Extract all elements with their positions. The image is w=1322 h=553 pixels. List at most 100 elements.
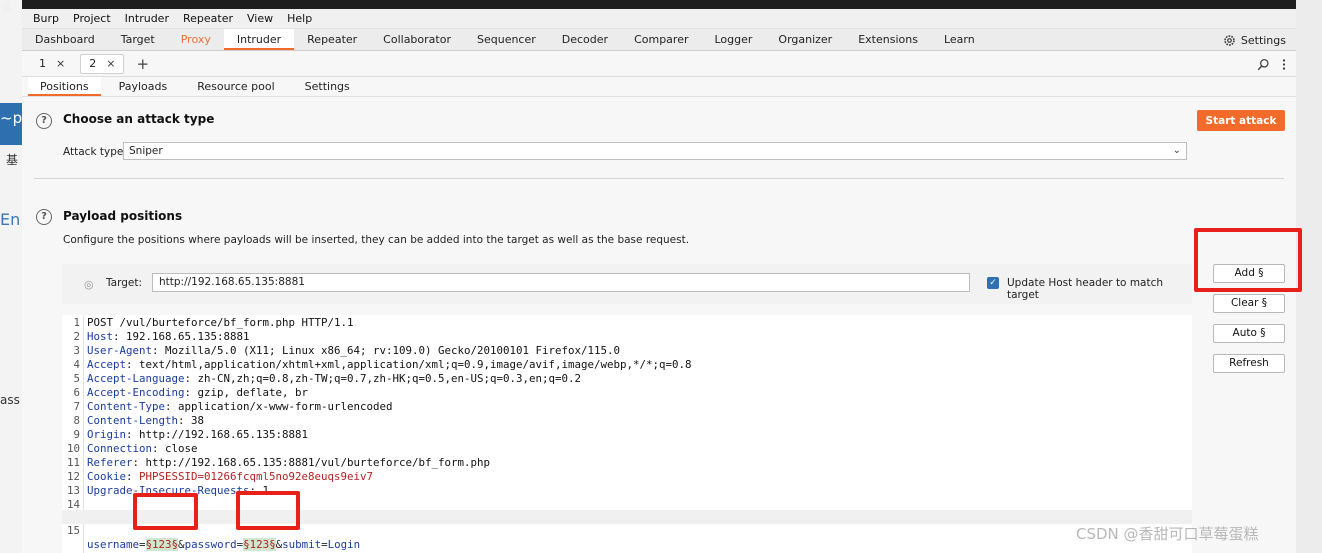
tab-logger[interactable]: Logger (701, 29, 765, 50)
header-value: zh-CN,zh;q=0.8,zh-TW;q=0.7,zh-HK;q=0.5,e… (197, 372, 582, 385)
request-body: username=§123§&password=§123§&submit=Log… (87, 538, 360, 552)
close-icon[interactable]: × (106, 57, 115, 70)
tab-repeater[interactable]: Repeater (294, 29, 370, 50)
payload-positions-title: Payload positions (63, 209, 183, 223)
line-number: 9 (73, 428, 80, 441)
request-line[interactable]: 10 Connection: close (62, 442, 1192, 456)
request-line[interactable]: 8 Content-Length: 38 (62, 414, 1192, 428)
line-number: 2 (73, 330, 80, 343)
attack-type-select[interactable]: Sniper ⌄ (123, 142, 1187, 160)
more-options-icon[interactable] (1282, 58, 1286, 71)
request-line[interactable]: 13 Upgrade-Insecure-Requests: 1 (62, 484, 1192, 498)
menu-intruder[interactable]: Intruder (118, 9, 176, 29)
instance-tab-label: 2 (89, 57, 97, 70)
auto-marker-button[interactable]: Auto § (1213, 324, 1285, 343)
header-name: Host (87, 330, 114, 343)
update-host-checkbox[interactable]: ✓ (987, 277, 999, 289)
instance-tab-label: 1 (39, 57, 46, 70)
search-icon[interactable] (1257, 58, 1270, 71)
tab-target[interactable]: Target (108, 29, 168, 50)
subtab-tools (1257, 51, 1286, 77)
request-body-line[interactable]: 15 username=§123§&password=§123§&submit=… (62, 510, 1192, 551)
param-key: username (87, 538, 140, 551)
desktop-fragment: 基 (6, 153, 19, 167)
request-line-text: Connection: close (87, 442, 198, 455)
tab-proxy[interactable]: Proxy (168, 29, 224, 50)
tab-resource-pool[interactable]: Resource pool (185, 77, 286, 96)
line-number: 12 (66, 470, 80, 483)
header-value: http://192.168.65.135:8881 (139, 428, 309, 441)
tab-comparer[interactable]: Comparer (621, 29, 701, 50)
request-line-text: Content-Length: 38 (87, 414, 205, 427)
tab-intruder[interactable]: Intruder (223, 29, 295, 50)
payload-position[interactable]: §123§ (243, 538, 276, 551)
chevron-down-icon: ⌄ (1172, 145, 1181, 156)
header-name: User-Agent (87, 344, 153, 357)
menu-burp[interactable]: Burp (26, 9, 66, 29)
watermark: CSDN @香甜可口草莓蛋糕 (1076, 525, 1259, 543)
start-attack-button[interactable]: Start attack (1197, 110, 1285, 131)
tab-dashboard[interactable]: Dashboard (22, 29, 108, 50)
desktop-left-strip: 设. ~p 基 En ass (0, 0, 22, 553)
line-number: 1 (73, 316, 80, 329)
desktop-fragment: 设. (1, 4, 15, 15)
help-icon[interactable]: ? (36, 113, 52, 129)
intruder-instance-tabs: 1 × 2 × + (22, 51, 1296, 77)
header-value: text/html,application/xhtml+xml,applicat… (139, 358, 692, 371)
line-number: 15 (66, 524, 80, 537)
request-line-text: Cookie: PHPSESSID=01266fcqml5no92e8euqs9… (87, 470, 374, 483)
request-line-text: Accept-Encoding: gzip, deflate, br (87, 386, 309, 399)
menu-repeater[interactable]: Repeater (176, 9, 240, 29)
param-key: password (184, 538, 237, 551)
request-line[interactable]: 1 POST /vul/burteforce/bf_form.php HTTP/1… (62, 316, 1192, 330)
line-number: 7 (73, 400, 80, 413)
tab-organizer[interactable]: Organizer (765, 29, 845, 50)
header-value: 38 (191, 414, 205, 427)
request-line[interactable]: 9 Origin: http://192.168.65.135:8881 (62, 428, 1192, 442)
request-line-text: Host: 192.168.65.135:8881 (87, 330, 250, 343)
update-host-label: Update Host header to match target (1007, 277, 1164, 301)
menu-project[interactable]: Project (66, 9, 118, 29)
request-editor[interactable]: 1 POST /vul/burteforce/bf_form.php HTTP/1… (62, 315, 1192, 553)
clear-marker-button[interactable]: Clear § (1213, 294, 1285, 313)
intruder-section-tabs: Positions Payloads Resource pool Setting… (22, 77, 1296, 97)
refresh-button[interactable]: Refresh (1213, 354, 1285, 373)
header-name: Accept (87, 358, 127, 371)
attack-type-value: Sniper (129, 145, 163, 157)
request-line-text: Origin: http://192.168.65.135:8881 (87, 428, 309, 441)
request-line[interactable]: 5 Accept-Language: zh-CN,zh;q=0.8,zh-TW;q… (62, 372, 1192, 386)
annotation-box (236, 491, 300, 530)
tab-positions[interactable]: Positions (28, 77, 101, 96)
header-value: 192.168.65.135:8881 (126, 330, 250, 343)
help-icon[interactable]: ? (36, 209, 52, 225)
request-line[interactable]: 11 Referer: http://192.168.65.135:8881/vu… (62, 456, 1192, 470)
tab-decoder[interactable]: Decoder (549, 29, 621, 50)
tab-settings[interactable]: Settings (293, 77, 362, 96)
tab-learn[interactable]: Learn (931, 29, 988, 50)
header-value: Mozilla/5.0 (X11; Linux x86_64; rv:109.0… (165, 344, 621, 357)
tab-collaborator[interactable]: Collaborator (370, 29, 464, 50)
desktop-fragment: ass (0, 393, 20, 407)
payload-position[interactable]: §123§ (145, 538, 179, 551)
tab-extensions[interactable]: Extensions (845, 29, 931, 50)
request-line[interactable]: 3 User-Agent: Mozilla/5.0 (X11; Linux x86… (62, 344, 1192, 358)
add-tab-button[interactable]: + (130, 55, 155, 73)
request-line-text: Accept-Language: zh-CN,zh;q=0.8,zh-TW;q=… (87, 372, 582, 385)
instance-tab-2[interactable]: 2 × (80, 53, 125, 74)
tab-payloads[interactable]: Payloads (107, 77, 180, 96)
request-line[interactable]: 12 Cookie: PHPSESSID=01266fcqml5no92e8euq… (62, 470, 1192, 484)
settings-button[interactable]: Settings (1223, 29, 1286, 51)
close-icon[interactable]: × (56, 57, 65, 70)
menu-view[interactable]: View (240, 9, 280, 29)
request-line[interactable]: 2 Host: 192.168.65.135:8881 (62, 330, 1192, 344)
section-divider (34, 178, 1284, 179)
request-line[interactable]: 7 Content-Type: application/x-www-form-ur… (62, 400, 1192, 414)
target-input[interactable]: http://192.168.65.135:8881 (152, 273, 970, 292)
request-line-text: Content-Type: application/x-www-form-url… (87, 400, 393, 413)
request-line[interactable]: 4 Accept: text/html,application/xhtml+xml… (62, 358, 1192, 372)
tab-sequencer[interactable]: Sequencer (464, 29, 549, 50)
menu-help[interactable]: Help (280, 9, 319, 29)
instance-tab-1[interactable]: 1 × (30, 54, 74, 74)
burp-window: Burp Project Intruder Repeater View Help… (22, 9, 1296, 553)
request-line[interactable]: 6 Accept-Encoding: gzip, deflate, br (62, 386, 1192, 400)
